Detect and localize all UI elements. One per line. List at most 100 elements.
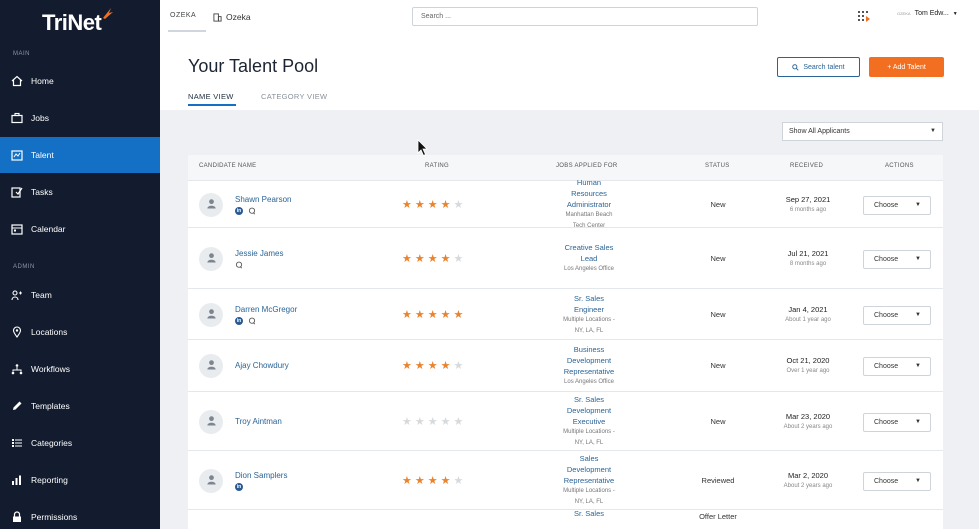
star-icon[interactable]: ★ bbox=[402, 253, 412, 265]
job-title-link[interactable]: Human bbox=[519, 177, 659, 188]
star-icon[interactable]: ★ bbox=[441, 199, 451, 211]
star-icon[interactable]: ★ bbox=[402, 416, 412, 428]
job-title-link[interactable]: Development bbox=[519, 355, 659, 366]
sidebar-item-jobs[interactable]: Jobs bbox=[0, 100, 160, 136]
header-jobs-applied[interactable]: JOBS APPLIED FOR bbox=[556, 163, 617, 169]
star-icon[interactable]: ★ bbox=[454, 309, 464, 321]
sidebar-item-locations[interactable]: Locations bbox=[0, 314, 160, 350]
tab-name-view[interactable]: NAME VIEW bbox=[188, 92, 236, 106]
linkedin-icon[interactable]: in bbox=[235, 206, 243, 215]
star-icon[interactable]: ★ bbox=[441, 253, 451, 265]
star-icon[interactable]: ★ bbox=[402, 199, 412, 211]
org-logo[interactable]: OZEKA bbox=[168, 12, 206, 32]
header-candidate-name[interactable]: CANDIDATE NAME bbox=[199, 163, 256, 169]
job-title-link[interactable]: Representative bbox=[519, 475, 659, 486]
sidebar-item-workflows[interactable]: Workflows bbox=[0, 351, 160, 387]
star-icon[interactable]: ★ bbox=[402, 475, 412, 487]
star-icon[interactable]: ★ bbox=[454, 361, 464, 372]
star-icon[interactable]: ★ bbox=[441, 475, 451, 487]
rating-stars[interactable]: ★ ★ ★ ★ ★ bbox=[402, 309, 464, 321]
tab-category-view[interactable]: CATEGORY VIEW bbox=[261, 92, 327, 101]
candidate-name-link[interactable]: Ajay Chowdury bbox=[235, 361, 289, 370]
sidebar-item-team[interactable]: Team bbox=[0, 277, 160, 313]
candidate-name-link[interactable]: Dion Samplers bbox=[235, 471, 287, 480]
linkedin-icon[interactable]: in bbox=[235, 316, 243, 325]
header-status[interactable]: STATUS bbox=[705, 163, 730, 169]
job-title-link[interactable]: Sr. Sales bbox=[519, 394, 659, 405]
user-menu[interactable]: OZEKA Tom Edw... ▼ bbox=[897, 10, 958, 17]
star-icon[interactable]: ★ bbox=[428, 253, 438, 265]
star-icon[interactable]: ★ bbox=[428, 199, 438, 211]
star-icon[interactable]: ★ bbox=[454, 416, 464, 428]
candidate-name-link[interactable]: Jessie James bbox=[235, 249, 283, 258]
job-title-link[interactable]: Development bbox=[519, 405, 659, 416]
star-icon[interactable]: ★ bbox=[415, 361, 425, 372]
star-icon[interactable]: ★ bbox=[415, 416, 425, 428]
actions-dropdown[interactable]: Choose ▼ bbox=[863, 249, 931, 269]
trinet-logo[interactable]: TriNet bbox=[42, 8, 113, 36]
job-title-link[interactable]: Sr. Sales bbox=[519, 508, 659, 519]
job-title-link[interactable]: Lead bbox=[519, 253, 659, 264]
actions-dropdown[interactable]: Choose ▼ bbox=[863, 412, 931, 432]
chat-icon[interactable] bbox=[235, 261, 243, 269]
chat-icon[interactable] bbox=[248, 317, 256, 325]
sidebar-item-templates[interactable]: Templates bbox=[0, 388, 160, 424]
star-icon[interactable]: ★ bbox=[415, 199, 425, 211]
sidebar-item-categories[interactable]: Categories bbox=[0, 425, 160, 461]
job-title-link[interactable]: Sales bbox=[519, 453, 659, 464]
job-title-link[interactable]: Administrator bbox=[519, 199, 659, 210]
star-icon[interactable]: ★ bbox=[454, 475, 464, 487]
chat-icon[interactable] bbox=[248, 207, 256, 215]
actions-dropdown[interactable]: Choose ▼ bbox=[863, 305, 931, 325]
linkedin-icon[interactable]: in bbox=[235, 482, 243, 491]
org-breadcrumb[interactable]: Ozeka bbox=[213, 12, 251, 22]
rating-stars[interactable]: ★ ★ ★ ★ ★ bbox=[402, 361, 463, 372]
received-date-value: Mar 2, 2020 bbox=[787, 470, 829, 480]
actions-dropdown[interactable]: Choose ▼ bbox=[863, 357, 931, 376]
job-title-link[interactable]: Representative bbox=[519, 366, 659, 377]
star-icon[interactable]: ★ bbox=[415, 475, 425, 487]
sidebar-item-tasks[interactable]: Tasks bbox=[0, 174, 160, 210]
candidate-name-link[interactable]: Troy Aintman bbox=[235, 417, 282, 426]
job-title-link[interactable]: Development bbox=[519, 464, 659, 475]
candidate-name-link[interactable]: Shawn Pearson bbox=[235, 195, 291, 204]
rating-stars[interactable]: ★ ★ ★ ★ ★ bbox=[402, 199, 464, 211]
job-title-link[interactable]: Business bbox=[519, 344, 659, 355]
header-rating[interactable]: RATING bbox=[425, 163, 449, 169]
actions-dropdown[interactable]: Choose ▼ bbox=[863, 195, 931, 215]
star-icon[interactable]: ★ bbox=[415, 253, 425, 265]
sidebar-item-permissions[interactable]: Permissions bbox=[0, 499, 160, 529]
star-icon[interactable]: ★ bbox=[428, 475, 438, 487]
candidate-name-link[interactable]: Darren McGregor bbox=[235, 305, 297, 314]
sidebar-item-reporting[interactable]: Reporting bbox=[0, 462, 160, 498]
applicant-filter-select[interactable]: Show All Applicants ▼ bbox=[782, 122, 943, 141]
star-icon[interactable]: ★ bbox=[415, 309, 425, 321]
sidebar-item-calendar[interactable]: Calendar bbox=[0, 211, 160, 247]
sidebar-item-talent[interactable]: Talent bbox=[0, 137, 160, 173]
star-icon[interactable]: ★ bbox=[441, 309, 451, 321]
star-icon[interactable]: ★ bbox=[402, 361, 412, 372]
star-icon[interactable]: ★ bbox=[402, 309, 412, 321]
header-received[interactable]: RECEIVED bbox=[790, 163, 823, 169]
star-icon[interactable]: ★ bbox=[454, 253, 464, 265]
add-talent-button[interactable]: + Add Talent bbox=[869, 57, 944, 77]
sidebar-item-home[interactable]: Home bbox=[0, 63, 160, 99]
rating-stars[interactable]: ★ ★ ★ ★ ★ bbox=[402, 475, 464, 487]
star-icon[interactable]: ★ bbox=[428, 309, 438, 321]
job-title-link[interactable]: Sr. Sales bbox=[519, 293, 659, 304]
job-title-link[interactable]: Resources bbox=[519, 188, 659, 199]
star-icon[interactable]: ★ bbox=[441, 361, 451, 372]
star-icon[interactable]: ★ bbox=[454, 199, 464, 211]
star-icon[interactable]: ★ bbox=[428, 416, 438, 428]
job-title-link[interactable]: Engineer bbox=[519, 304, 659, 315]
global-search-input[interactable]: Search ... bbox=[412, 7, 758, 26]
job-title-link[interactable]: Executive bbox=[519, 416, 659, 427]
search-talent-button[interactable]: Search talent bbox=[777, 57, 860, 77]
actions-dropdown[interactable]: Choose ▼ bbox=[863, 471, 931, 491]
rating-stars[interactable]: ★ ★ ★ ★ ★ bbox=[402, 253, 464, 265]
job-title-link[interactable]: Creative Sales bbox=[519, 242, 659, 253]
app-grid-icon[interactable] bbox=[857, 10, 871, 24]
rating-stars[interactable]: ★ ★ ★ ★ ★ bbox=[402, 416, 464, 428]
star-icon[interactable]: ★ bbox=[441, 416, 451, 428]
star-icon[interactable]: ★ bbox=[428, 361, 438, 372]
